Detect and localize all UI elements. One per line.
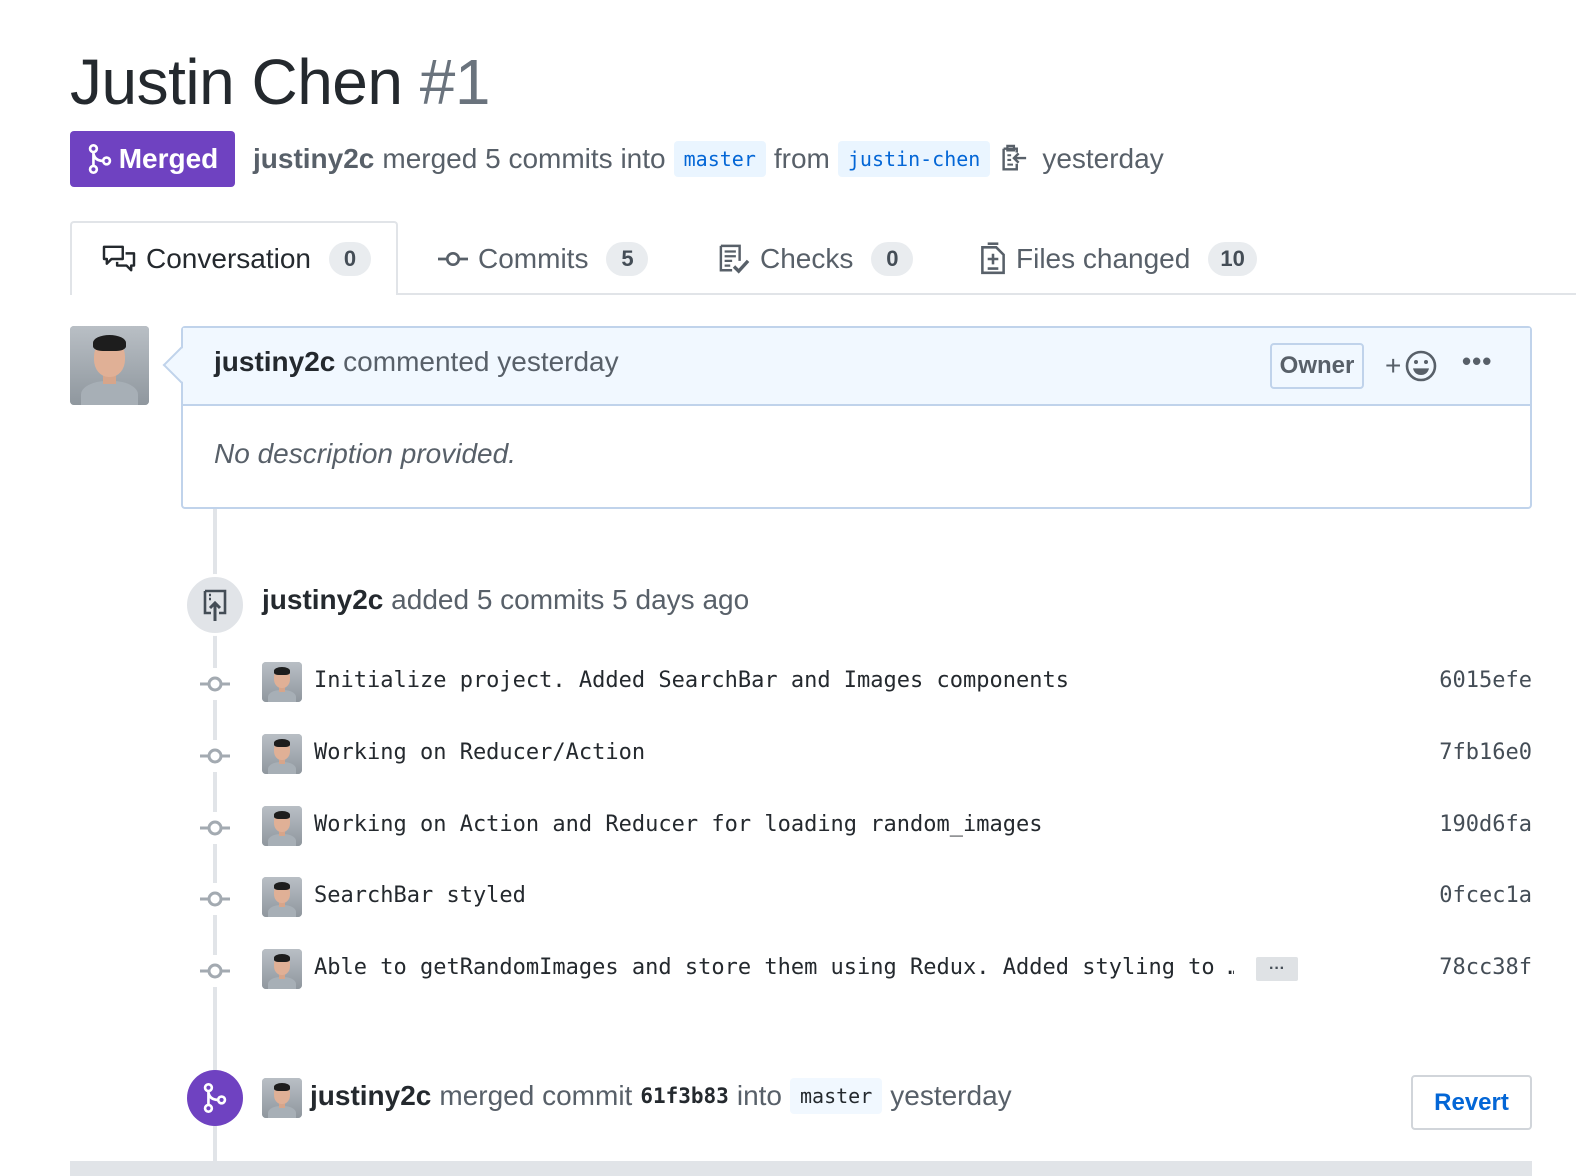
commit-sha-link[interactable]: 78cc38f: [1439, 955, 1532, 980]
commit-sha-link[interactable]: 7fb16e0: [1439, 740, 1532, 765]
comment-more-button[interactable]: •••: [1462, 346, 1492, 377]
commit-message-link[interactable]: Initialize project. Added SearchBar and …: [314, 668, 1069, 693]
commit-row: SearchBar styled 0fcec1a: [198, 877, 1532, 921]
pr-number: #1: [419, 46, 491, 118]
git-merge-icon: [88, 144, 111, 174]
event-description: added 5 commits 5 days ago: [391, 584, 750, 615]
commit-row: Working on Reducer/Action 7fb16e0: [198, 734, 1532, 778]
merged-state-badge: Merged: [70, 131, 235, 187]
page-title: Justin Chen #1: [70, 42, 490, 122]
commit-message-link[interactable]: Working on Action and Reducer for loadin…: [314, 812, 1042, 837]
avatar[interactable]: [262, 1078, 302, 1118]
commit-row: Initialize project. Added SearchBar and …: [198, 662, 1532, 706]
comment-action: commented yesterday: [343, 346, 619, 377]
merge-into-text: into: [736, 1080, 782, 1111]
merge-commit-sha-link[interactable]: 61f3b83: [640, 1084, 729, 1108]
state-label: Merged: [118, 143, 219, 174]
avatar[interactable]: [262, 806, 302, 846]
git-commit-icon: [198, 883, 232, 915]
event-author-link[interactable]: justiny2c: [262, 584, 383, 615]
head-branch[interactable]: justin-chen: [837, 141, 991, 177]
commit-sha-link[interactable]: 6015efe: [1439, 668, 1532, 693]
merge-description: merged commit: [439, 1080, 633, 1111]
push-event-badge: [184, 574, 246, 636]
tab-checks-count: 0: [871, 242, 914, 276]
comment-meta: justiny2c commented yesterday: [214, 346, 619, 378]
tab-files-changed-label: Files changed: [1016, 243, 1191, 274]
revert-button[interactable]: Revert: [1411, 1075, 1532, 1130]
smiley-icon: [1406, 350, 1437, 382]
git-commit-icon: [198, 668, 232, 700]
add-reaction-button[interactable]: +: [1385, 350, 1437, 382]
avatar[interactable]: [262, 877, 302, 917]
avatar[interactable]: [262, 662, 302, 702]
git-commit-icon: [198, 955, 232, 987]
diff-icon: [981, 242, 1005, 275]
pr-title: Justin Chen: [70, 46, 403, 118]
tab-conversation-count: 0: [328, 242, 371, 276]
avatar[interactable]: [70, 326, 149, 405]
commit-sha-link[interactable]: 190d6fa: [1439, 812, 1532, 837]
expand-commit-message-button[interactable]: ···: [1256, 957, 1298, 981]
merged-text: merged 5 commits into: [382, 143, 666, 174]
commit-sha-link[interactable]: 0fcec1a: [1439, 883, 1532, 908]
tab-files-changed-count: 10: [1208, 242, 1257, 276]
copy-branch-icon[interactable]: [998, 143, 1028, 175]
tab-commits-label: Commits: [478, 243, 589, 274]
from-text: from: [773, 143, 830, 174]
merge-author-link[interactable]: justiny2c: [310, 1080, 431, 1112]
tab-conversation[interactable]: Conversation 0: [102, 232, 371, 286]
pr-author-link[interactable]: justiny2c: [253, 143, 374, 175]
commits-event-text: justiny2c added 5 commits 5 days ago: [262, 584, 749, 616]
tab-conversation-label: Conversation: [146, 243, 311, 274]
avatar[interactable]: [262, 949, 302, 989]
commit-message-link[interactable]: Working on Reducer/Action: [314, 740, 645, 765]
reaction-plus: +: [1385, 350, 1402, 381]
bottom-divider: [70, 1161, 1532, 1176]
merge-time: yesterday: [1042, 143, 1164, 174]
pr-meta: justiny2c merged 5 commits into master f…: [253, 134, 1164, 184]
repo-push-icon: [203, 589, 227, 621]
owner-label: Owner: [1270, 343, 1364, 389]
avatar[interactable]: [262, 734, 302, 774]
base-branch[interactable]: master: [673, 141, 766, 177]
commit-message-link[interactable]: Able to getRandomImages and store them u…: [314, 955, 1234, 980]
commit-row: Able to getRandomImages and store them u…: [198, 949, 1532, 993]
git-commit-icon: [438, 251, 468, 267]
git-commit-icon: [198, 812, 232, 844]
tab-commits[interactable]: Commits 5: [438, 232, 649, 286]
comment-body: No description provided.: [214, 438, 516, 469]
commit-row: Working on Action and Reducer for loadin…: [198, 806, 1532, 850]
tab-checks[interactable]: Checks 0: [718, 232, 914, 286]
merge-event-badge: [187, 1070, 243, 1126]
git-merge-icon: [203, 1083, 227, 1113]
git-commit-icon: [198, 740, 232, 772]
tab-checks-label: Checks: [760, 243, 854, 274]
merge-event-time: yesterday: [890, 1080, 1012, 1111]
merge-event-text: justiny2c merged commit 61f3b83 into mas…: [310, 1078, 1012, 1114]
tab-files-changed[interactable]: Files changed 10: [980, 232, 1257, 286]
commit-message-link[interactable]: SearchBar styled: [314, 883, 526, 908]
checklist-icon: [719, 244, 750, 274]
tab-commits-count: 5: [606, 242, 649, 276]
comment-discussion-icon: [102, 245, 136, 272]
comment-author-link[interactable]: justiny2c: [214, 346, 335, 377]
merge-target-branch[interactable]: master: [790, 1078, 883, 1114]
